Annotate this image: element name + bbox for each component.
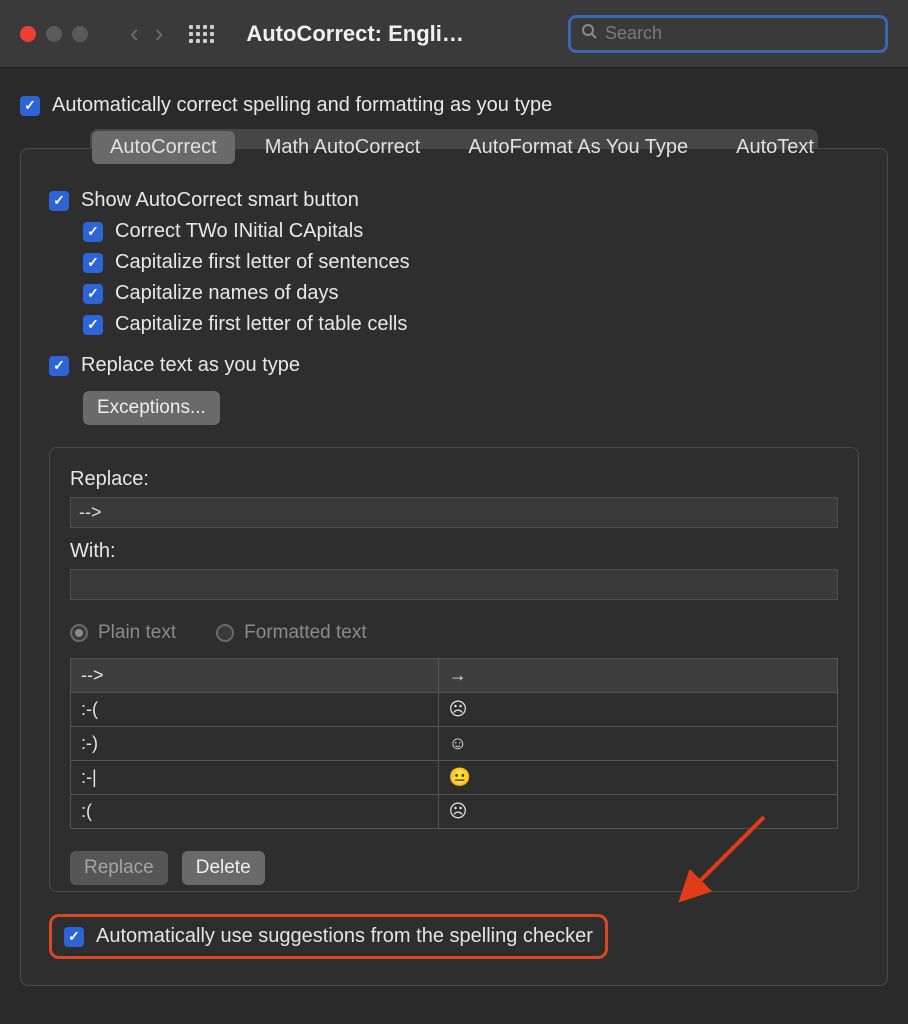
titlebar: ‹ › AutoCorrect: Engli… <box>0 0 908 68</box>
replace-as-you-type-label: Replace text as you type <box>81 354 300 377</box>
search-icon <box>581 23 597 44</box>
table-row[interactable]: :(☹ <box>71 795 837 829</box>
table-cell-with: ☹ <box>439 693 837 726</box>
show-smart-button-label: Show AutoCorrect smart button <box>81 189 359 212</box>
autocorrect-panel: ✓ Show AutoCorrect smart button ✓ Correc… <box>20 148 888 986</box>
tab-math-autocorrect[interactable]: Math AutoCorrect <box>247 131 439 164</box>
with-label: With: <box>70 540 838 563</box>
table-row[interactable]: :-|😐 <box>71 761 837 795</box>
table-button-row: Replace Delete <box>70 851 838 885</box>
table-row[interactable]: :-(☹ <box>71 693 837 727</box>
table-row[interactable]: -->→ <box>71 659 837 693</box>
option-label: Correct TWo INitial CApitals <box>115 220 363 243</box>
checkbox-icon: ✓ <box>49 356 69 376</box>
table-cell-with: ☹ <box>439 795 837 828</box>
capitalize-table-cells-row[interactable]: ✓ Capitalize first letter of table cells <box>83 313 859 336</box>
replace-button: Replace <box>70 851 168 885</box>
checkbox-icon: ✓ <box>83 253 103 273</box>
back-icon[interactable]: ‹ <box>130 18 139 49</box>
radio-dot-icon <box>216 624 234 642</box>
plain-text-label: Plain text <box>98 622 176 644</box>
replacement-table[interactable]: -->→:-(☹:-)☺:-|😐:(☹ <box>70 658 838 829</box>
replace-as-you-type-row[interactable]: ✓ Replace text as you type <box>49 354 859 377</box>
checkbox-icon: ✓ <box>64 927 84 947</box>
checkbox-icon: ✓ <box>83 284 103 304</box>
tab-autocorrect[interactable]: AutoCorrect <box>92 131 235 164</box>
table-cell-replace: :-) <box>71 727 439 760</box>
format-radio-row: Plain text Formatted text <box>70 622 838 644</box>
capitalize-days-row[interactable]: ✓ Capitalize names of days <box>83 282 859 305</box>
replace-input[interactable] <box>70 497 838 528</box>
checkbox-icon: ✓ <box>83 315 103 335</box>
auto-correct-top-label: Automatically correct spelling and forma… <box>52 94 552 117</box>
radio-dot-icon <box>70 624 88 642</box>
plain-text-radio: Plain text <box>70 622 176 644</box>
delete-button[interactable]: Delete <box>182 851 265 885</box>
formatted-text-radio: Formatted text <box>216 622 367 644</box>
table-cell-replace: :-| <box>71 761 439 794</box>
content: ✓ Automatically correct spelling and for… <box>0 68 908 1006</box>
tab-autotext[interactable]: AutoText <box>718 131 832 164</box>
forward-icon[interactable]: › <box>155 18 164 49</box>
with-input[interactable] <box>70 569 838 600</box>
checkbox-icon: ✓ <box>49 191 69 211</box>
search-input[interactable] <box>605 23 875 44</box>
option-label: Capitalize names of days <box>115 282 338 305</box>
table-cell-replace: --> <box>71 659 439 692</box>
window-title: AutoCorrect: Engli… <box>246 21 464 47</box>
table-cell-with: ☺ <box>439 727 837 760</box>
show-smart-button-row[interactable]: ✓ Show AutoCorrect smart button <box>49 189 859 212</box>
table-row[interactable]: :-)☺ <box>71 727 837 761</box>
replace-label: Replace: <box>70 468 838 491</box>
zoom-window-button[interactable] <box>72 26 88 42</box>
replace-box: Replace: With: Plain text Formatted text… <box>49 447 859 892</box>
capitalize-sentences-row[interactable]: ✓ Capitalize first letter of sentences <box>83 251 859 274</box>
checkbox-icon: ✓ <box>20 96 40 116</box>
table-cell-replace: :-( <box>71 693 439 726</box>
table-cell-replace: :( <box>71 795 439 828</box>
table-cell-with: 😐 <box>439 761 837 794</box>
exceptions-button[interactable]: Exceptions... <box>83 391 220 425</box>
close-window-button[interactable] <box>20 26 36 42</box>
option-label: Capitalize first letter of table cells <box>115 313 407 336</box>
nav-arrows: ‹ › <box>130 18 163 49</box>
apps-grid-icon[interactable] <box>189 25 214 43</box>
checkbox-icon: ✓ <box>83 222 103 242</box>
search-field-wrap[interactable] <box>568 15 888 53</box>
tab-autoformat[interactable]: AutoFormat As You Type <box>450 131 706 164</box>
auto-correct-top-checkbox-row[interactable]: ✓ Automatically correct spelling and for… <box>20 94 888 117</box>
minimize-window-button[interactable] <box>46 26 62 42</box>
spelling-suggestions-row[interactable]: ✓ Automatically use suggestions from the… <box>49 914 608 959</box>
spelling-suggestions-label: Automatically use suggestions from the s… <box>96 925 593 948</box>
correct-two-initial-row[interactable]: ✓ Correct TWo INitial CApitals <box>83 220 859 243</box>
option-label: Capitalize first letter of sentences <box>115 251 410 274</box>
table-cell-with: → <box>439 659 837 692</box>
formatted-text-label: Formatted text <box>244 622 367 644</box>
traffic-lights <box>20 26 88 42</box>
